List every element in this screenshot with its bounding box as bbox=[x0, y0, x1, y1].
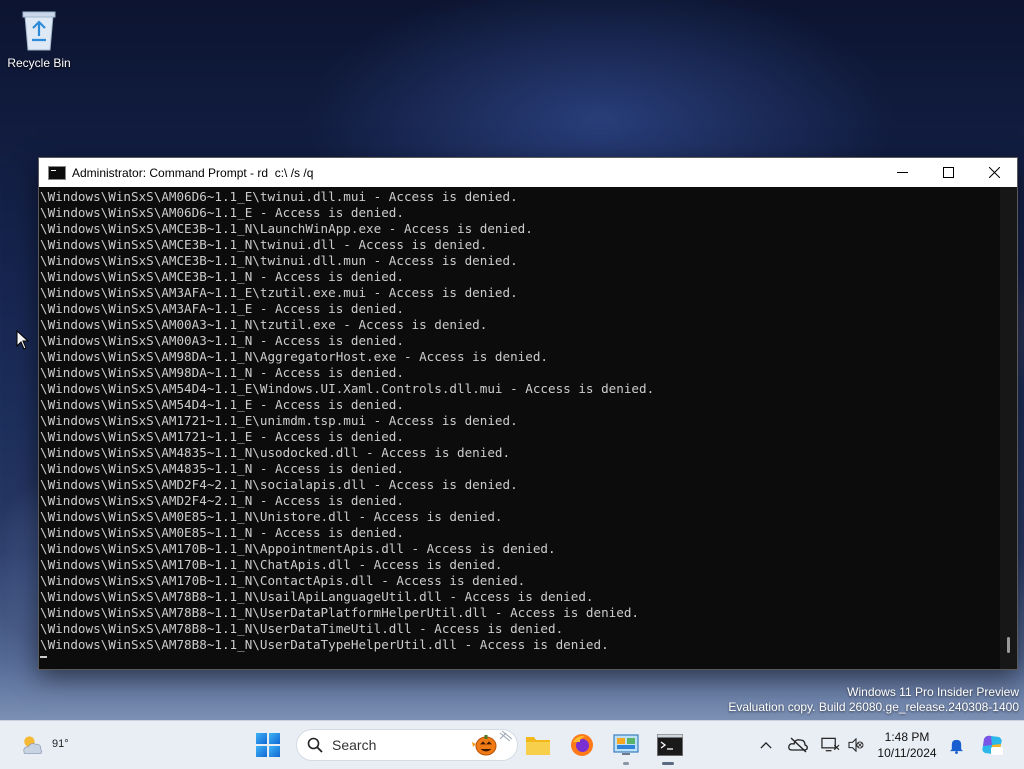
console-line: \Windows\WinSxS\AM1721~1.1_E\unimdm.tsp.… bbox=[40, 413, 518, 428]
start-button[interactable] bbox=[256, 733, 280, 757]
scrollbar-thumb[interactable] bbox=[1007, 637, 1010, 653]
firefox-icon bbox=[571, 734, 593, 756]
windows-watermark: Windows 11 Pro Insider Preview Evaluatio… bbox=[728, 685, 1019, 715]
taskbar: 91° Search 1:48 PM 10/11/2024 bbox=[0, 720, 1024, 769]
window-controls bbox=[879, 158, 1017, 187]
weather-temperature: 91° bbox=[52, 738, 69, 750]
console-line: \Windows\WinSxS\AM3AFA~1.1_E\tzutil.exe.… bbox=[40, 285, 518, 300]
search-highlight-pumpkin-icon bbox=[472, 730, 513, 756]
copilot-icon bbox=[982, 735, 1003, 755]
console-line: \Windows\WinSxS\AM0E85~1.1_N - Access is… bbox=[40, 525, 404, 540]
console-line: \Windows\WinSxS\AM54D4~1.1_E - Access is… bbox=[40, 397, 404, 412]
console-line: \Windows\WinSxS\AMCE3B~1.1_N\twinui.dll.… bbox=[40, 253, 518, 268]
close-button[interactable] bbox=[971, 158, 1017, 187]
search-icon bbox=[307, 737, 323, 753]
console-line: \Windows\WinSxS\AM78B8~1.1_N\UserDataTim… bbox=[40, 621, 564, 636]
display-status[interactable] bbox=[820, 735, 840, 755]
console-line: \Windows\WinSxS\AM06D6~1.1_E - Access is… bbox=[40, 205, 404, 220]
console-line: \Windows\WinSxS\AM98DA~1.1_N\AggregatorH… bbox=[40, 349, 548, 364]
taskbar-command-prompt[interactable] bbox=[652, 729, 688, 765]
console-line: \Windows\WinSxS\AMD2F4~2.1_N - Access is… bbox=[40, 493, 404, 508]
command-prompt-window[interactable]: Administrator: Command Prompt - rd c:\ /… bbox=[38, 157, 1018, 670]
console-line: \Windows\WinSxS\AM170B~1.1_N\ContactApis… bbox=[40, 573, 526, 588]
file-explorer-icon bbox=[526, 737, 550, 755]
console-line: \Windows\WinSxS\AM00A3~1.1_N\tzutil.exe … bbox=[40, 317, 488, 332]
console-line: \Windows\WinSxS\AM170B~1.1_N\Appointment… bbox=[40, 541, 556, 556]
control-panel-icon bbox=[613, 734, 639, 755]
weather-icon bbox=[23, 736, 43, 755]
console-line: \Windows\WinSxS\AMCE3B~1.1_N\twinui.dll … bbox=[40, 237, 488, 252]
taskbar-clock[interactable]: 1:48 PM 10/11/2024 bbox=[872, 729, 942, 761]
window-title: Administrator: Command Prompt - rd c:\ /… bbox=[72, 165, 314, 180]
console-line: \Windows\WinSxS\AMD2F4~2.1_N\socialapis.… bbox=[40, 477, 518, 492]
watermark-edition: Windows 11 Pro Insider Preview bbox=[847, 685, 1019, 699]
copilot-button[interactable] bbox=[980, 733, 1004, 757]
console-line: \Windows\WinSxS\AM0E85~1.1_N\Unistore.dl… bbox=[40, 509, 503, 524]
taskbar-firefox[interactable] bbox=[566, 729, 598, 761]
network-off-icon bbox=[788, 737, 808, 753]
console-line: \Windows\WinSxS\AM4835~1.1_N\usodocked.d… bbox=[40, 445, 511, 460]
console-line: \Windows\WinSxS\AM170B~1.1_N\ChatApis.dl… bbox=[40, 557, 503, 572]
console-line: \Windows\WinSxS\AMCE3B~1.1_N - Access is… bbox=[40, 269, 404, 284]
display-icon bbox=[820, 737, 839, 752]
notification-center[interactable] bbox=[946, 735, 966, 755]
volume-status[interactable] bbox=[846, 735, 866, 755]
recycle-bin-shortcut[interactable]: Recycle Bin bbox=[4, 6, 74, 70]
console-line: \Windows\WinSxS\AM1721~1.1_E - Access is… bbox=[40, 429, 404, 444]
command-prompt-icon bbox=[657, 734, 683, 756]
minimize-button[interactable] bbox=[879, 158, 925, 187]
command-prompt-icon bbox=[48, 165, 66, 180]
console-line: \Windows\WinSxS\AM98DA~1.1_N - Access is… bbox=[40, 365, 404, 380]
recycle-bin-label: Recycle Bin bbox=[7, 56, 71, 70]
show-hidden-icons[interactable] bbox=[756, 735, 776, 755]
console-line: \Windows\WinSxS\AM78B8~1.1_N\UserDataTyp… bbox=[40, 637, 609, 652]
watermark-build: Evaluation copy. Build 26080.ge_release.… bbox=[728, 700, 1019, 714]
maximize-icon bbox=[942, 167, 954, 178]
volume-mute-icon bbox=[848, 738, 864, 752]
minimize-icon bbox=[896, 172, 908, 173]
weather-widget[interactable]: 91° bbox=[18, 730, 69, 760]
console-cursor bbox=[40, 656, 47, 658]
taskbar-file-explorer[interactable] bbox=[522, 729, 554, 761]
console-line: \Windows\WinSxS\AM3AFA~1.1_E - Access is… bbox=[40, 301, 404, 316]
notification-bell-icon bbox=[949, 739, 963, 754]
console-output[interactable]: \Windows\WinSxS\AM06D6~1.1_E\twinui.dll.… bbox=[39, 187, 1000, 669]
recycle-bin-icon bbox=[22, 11, 56, 51]
clock-time: 1:48 PM bbox=[884, 730, 930, 744]
start-icon bbox=[256, 733, 280, 757]
console-line: \Windows\WinSxS\AM00A3~1.1_N - Access is… bbox=[40, 333, 404, 348]
maximize-button[interactable] bbox=[925, 158, 971, 187]
console-line: \Windows\WinSxS\AM78B8~1.1_N\UsailApiLan… bbox=[40, 589, 594, 604]
chevron-up-icon bbox=[760, 741, 772, 749]
console-line: \Windows\WinSxS\AM54D4~1.1_E\Windows.UI.… bbox=[40, 381, 655, 396]
console-line: \Windows\WinSxS\AMCE3B~1.1_N\LaunchWinAp… bbox=[40, 221, 533, 236]
onedrive-status[interactable] bbox=[788, 735, 808, 755]
console-line: \Windows\WinSxS\AM4835~1.1_N - Access is… bbox=[40, 461, 404, 476]
clock-date: 10/11/2024 bbox=[877, 746, 937, 760]
console-line: \Windows\WinSxS\AM06D6~1.1_E\twinui.dll.… bbox=[40, 189, 518, 204]
console-line: \Windows\WinSxS\AM78B8~1.1_N\UserDataPla… bbox=[40, 605, 639, 620]
taskbar-control-panel[interactable] bbox=[610, 729, 642, 765]
mouse-pointer-icon bbox=[16, 330, 30, 350]
cmd-titlebar[interactable]: Administrator: Command Prompt - rd c:\ /… bbox=[39, 158, 1017, 187]
console-scrollbar[interactable] bbox=[1000, 187, 1017, 669]
search-placeholder: Search bbox=[332, 737, 377, 753]
close-icon bbox=[988, 167, 1000, 178]
